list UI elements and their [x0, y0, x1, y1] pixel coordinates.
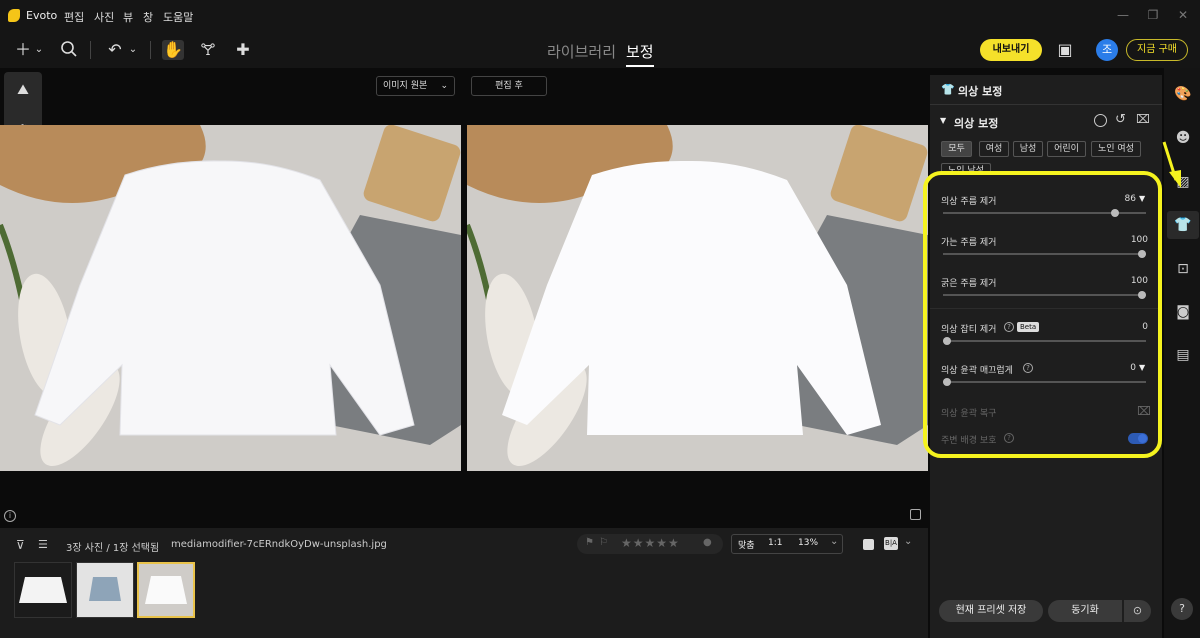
- chip-male[interactable]: 남성: [1013, 141, 1043, 157]
- color-label-icon[interactable]: ●: [703, 537, 712, 548]
- sort-icon[interactable]: ☰: [38, 538, 48, 551]
- auto-adjust-icon[interactable]: ⛰: [13, 82, 33, 102]
- reset-icon[interactable]: ↺: [1115, 112, 1126, 127]
- collapse-arrow-icon[interactable]: ▼: [940, 116, 946, 125]
- sync-button[interactable]: 동기화: [1048, 600, 1122, 622]
- folder-eye-icon[interactable]: ▤: [1173, 345, 1193, 365]
- panel-header: 의상 보정: [958, 85, 1003, 98]
- tab-edit[interactable]: 보정: [626, 41, 654, 67]
- photo-before[interactable]: [0, 125, 461, 471]
- zoom-controls: 맞춤 1:1 13% ⌄: [731, 534, 843, 554]
- chip-child[interactable]: 어린이: [1047, 141, 1086, 157]
- filter-icon[interactable]: ⊽: [16, 538, 25, 552]
- rating-bar: ⚑ ⚐ ★★★★★ ●: [577, 534, 723, 554]
- app-title: Evoto: [26, 9, 58, 22]
- bandage-icon[interactable]: ✚: [232, 40, 254, 60]
- before-after-icon[interactable]: B|A: [884, 537, 898, 550]
- search-icon[interactable]: [58, 40, 80, 60]
- menu-view[interactable]: 뷰: [123, 9, 133, 25]
- save-preset-button[interactable]: 현재 프리셋 저장: [939, 600, 1043, 622]
- compare-after-label: 편집 후: [471, 76, 547, 96]
- chip-female[interactable]: 여성: [979, 141, 1009, 157]
- thumbnail-1[interactable]: [14, 562, 72, 618]
- compare-panel-icon[interactable]: ▣: [1054, 40, 1076, 60]
- menu-help[interactable]: 도움말: [163, 9, 193, 25]
- file-name: mediamodifier-7cERndkOyDw-unsplash.jpg: [171, 539, 387, 550]
- chevron-down-icon[interactable]: ⌄: [830, 536, 838, 547]
- flag-icon[interactable]: ⚑: [585, 537, 594, 548]
- chevron-down-icon[interactable]: ⌄: [904, 536, 912, 547]
- undo-icon[interactable]: ↶: [104, 40, 126, 60]
- close-icon[interactable]: ✕: [1176, 8, 1190, 22]
- evoto-logo: [8, 9, 20, 22]
- split-view-icon[interactable]: [910, 509, 921, 520]
- info-icon[interactable]: i: [4, 510, 16, 522]
- buy-now-button[interactable]: 지금 구매: [1126, 39, 1188, 61]
- arrow-annotation: [1160, 140, 1184, 190]
- camera-icon[interactable]: ◙: [1173, 302, 1193, 322]
- menu-edit[interactable]: 편집: [64, 9, 84, 25]
- reject-flag-icon[interactable]: ⚐: [599, 537, 608, 548]
- chip-senior-female[interactable]: 노인 여성: [1091, 141, 1141, 157]
- panel-divider: [930, 104, 1162, 105]
- ratio-button[interactable]: 1:1: [768, 538, 782, 548]
- selection-status: 3장 사진 / 1장 선택됨: [66, 543, 160, 554]
- export-button[interactable]: 내보내기: [980, 39, 1042, 61]
- section-title: 의상 보정: [954, 117, 999, 130]
- toolbar-divider: [90, 41, 91, 59]
- chip-all[interactable]: 모두: [941, 141, 972, 157]
- highlight-annotation: [923, 171, 1162, 458]
- compare-original-dropdown[interactable]: 이미지 원본 ⌄: [376, 76, 455, 96]
- menu-photo[interactable]: 사진: [94, 9, 114, 25]
- fit-button[interactable]: 맞춤: [738, 538, 755, 551]
- photo-after[interactable]: [467, 125, 928, 471]
- star-rating[interactable]: ★★★★★: [621, 536, 680, 550]
- eraser-icon[interactable]: ⌧: [1136, 112, 1150, 126]
- tab-library[interactable]: 라이브러리: [547, 41, 616, 62]
- thumbnail-3-selected[interactable]: [137, 562, 195, 618]
- avatar[interactable]: 조: [1096, 39, 1118, 61]
- chevron-down-icon[interactable]: ⌄: [126, 40, 140, 60]
- restore-icon[interactable]: ❐: [1146, 8, 1160, 22]
- sync-settings-icon[interactable]: ⊙: [1124, 600, 1151, 622]
- hand-icon[interactable]: ✋: [162, 40, 184, 60]
- visibility-icon[interactable]: [1094, 114, 1107, 127]
- crop-icon[interactable]: ⊡: [1173, 259, 1193, 279]
- thumbnail-2[interactable]: [76, 562, 134, 618]
- palette-icon[interactable]: 🎨: [1173, 84, 1193, 104]
- single-view-icon[interactable]: [863, 539, 874, 550]
- shirt-icon: 👕: [941, 83, 955, 96]
- zoom-value[interactable]: 13%: [798, 538, 818, 548]
- menu-window[interactable]: 창: [143, 9, 153, 25]
- minimize-icon[interactable]: —: [1116, 8, 1130, 22]
- chevron-down-icon: ⌄: [440, 81, 448, 91]
- chevron-down-icon[interactable]: ⌄: [32, 40, 46, 60]
- brush-icon[interactable]: 🝖: [197, 40, 219, 60]
- clothing-icon[interactable]: 👕: [1173, 215, 1193, 235]
- compare-original-label: 이미지 원본: [383, 81, 428, 91]
- toolbar-divider: [150, 41, 151, 59]
- add-icon[interactable]: ＋: [12, 40, 34, 60]
- help-button[interactable]: ?: [1171, 598, 1193, 620]
